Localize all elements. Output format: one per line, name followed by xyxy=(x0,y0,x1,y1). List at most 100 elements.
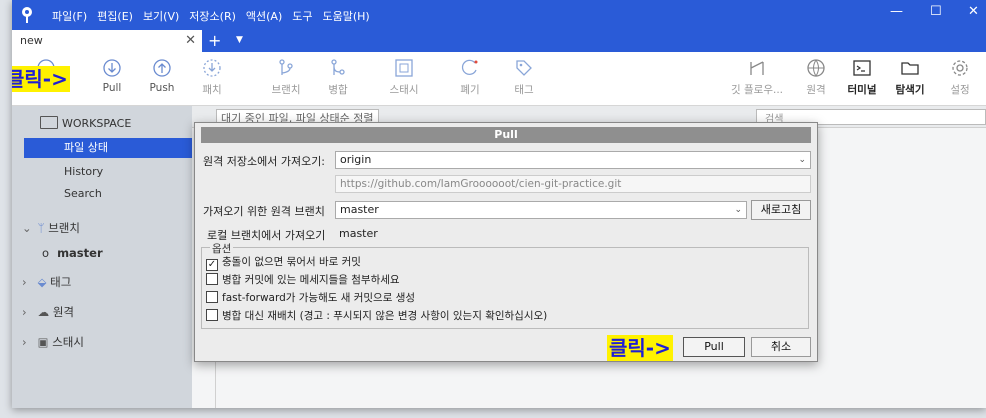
tag-icon xyxy=(516,60,532,76)
git-flow-button[interactable]: 깃 플로우... xyxy=(724,58,790,97)
stash-icon: ▣ xyxy=(37,335,49,349)
title-bar: 파일(F) 편집(E) 보기(V) 저장소(R) 액션(A) 도구 도움말(H)… xyxy=(12,0,986,30)
menu-edit[interactable]: 편집(E) xyxy=(97,8,133,24)
chevron-right-icon: › xyxy=(22,305,27,319)
merge-button[interactable]: 병합 xyxy=(310,58,366,97)
settings-button[interactable]: 설정 xyxy=(932,58,986,97)
discard-button[interactable]: 폐기 xyxy=(442,58,498,97)
checkbox[interactable] xyxy=(206,291,218,303)
chevron-down-icon: ⌄ xyxy=(22,221,32,235)
remote-select-value: origin xyxy=(340,153,372,166)
sidebar-group-remotes[interactable]: › ☁ 원격 xyxy=(22,304,74,320)
sidebar-group-stashes[interactable]: › ▣ 스태시 xyxy=(22,334,84,350)
cloud-icon: ☁ xyxy=(37,305,50,319)
menu-actions[interactable]: 액션(A) xyxy=(246,8,282,24)
stashes-label: 스태시 xyxy=(52,335,84,349)
remote-branch-value: master xyxy=(340,203,379,216)
gear-icon xyxy=(952,60,968,76)
option-label: fast-forward가 가능해도 새 커밋으로 생성 xyxy=(222,292,416,304)
branch-icon: ᛘ xyxy=(37,221,45,235)
menu-bar: 파일(F) 편집(E) 보기(V) 저장소(R) 액션(A) 도구 도움말(H) xyxy=(52,8,370,24)
option-row[interactable]: ✓ 충돌이 없으면 묶어서 바로 커밋 xyxy=(206,254,361,271)
option-row[interactable]: 병합 커밋에 있는 메세지들을 첨부하세요 xyxy=(206,272,400,288)
remote-url-field: https://github.com/IamGroooooot/cien-git… xyxy=(335,175,811,193)
cancel-button[interactable]: 취소 xyxy=(751,337,811,357)
new-tab-icon[interactable]: + xyxy=(208,31,221,50)
sidebar: WORKSPACE 파일 상태 History Search ⌄ ᛘ 브랜치 o… xyxy=(12,106,192,408)
tag-icon: ⬙ xyxy=(37,275,47,289)
explorer-label: 탐색기 xyxy=(895,84,925,96)
dialog-title: Pull xyxy=(201,127,811,143)
refresh-button[interactable]: 새로고침 xyxy=(751,200,811,220)
tab-close-icon[interactable]: ✕ xyxy=(185,33,196,48)
menu-file[interactable]: 파일(F) xyxy=(52,8,87,24)
discard-label: 폐기 xyxy=(460,84,480,96)
tab-row: new ✕ + ▼ xyxy=(12,30,986,52)
app-window: 파일(F) 편집(E) 보기(V) 저장소(R) 액션(A) 도구 도움말(H)… xyxy=(12,0,986,408)
push-button[interactable]: Push xyxy=(134,58,190,94)
chevron-down-icon: ⌄ xyxy=(734,205,742,215)
chevron-right-icon: › xyxy=(22,335,27,349)
checkbox[interactable] xyxy=(206,273,218,285)
push-icon xyxy=(153,59,171,77)
sidebar-group-tags[interactable]: › ⬙ 태그 xyxy=(22,274,71,290)
branch-button[interactable]: 브랜치 xyxy=(258,58,314,97)
current-branch-bullet-icon: o xyxy=(42,246,50,260)
remote-branch-label: 가져오기 위한 원격 브랜치 xyxy=(203,205,325,218)
tag-button[interactable]: 태그 xyxy=(496,58,552,97)
stash-label: 스태시 xyxy=(389,84,419,96)
remotes-label: 원격 xyxy=(52,305,74,319)
globe-icon xyxy=(807,59,825,77)
terminal-icon xyxy=(853,60,871,76)
discard-icon xyxy=(461,59,478,75)
fetch-button[interactable]: 패치 xyxy=(184,58,240,97)
git-flow-icon xyxy=(750,61,764,75)
toolbar-click-callout: 클릭-> xyxy=(12,66,70,92)
sidebar-item-file-status[interactable]: 파일 상태 xyxy=(24,138,192,158)
sidebar-item-history[interactable]: History xyxy=(24,162,192,182)
menu-help[interactable]: 도움말(H) xyxy=(323,8,370,24)
menu-view[interactable]: 보기(V) xyxy=(143,8,179,24)
chevron-down-icon: ⌄ xyxy=(798,155,806,165)
sidebar-group-branches[interactable]: ⌄ ᛘ 브랜치 xyxy=(22,220,80,236)
remote-select[interactable]: origin ⌄ xyxy=(335,151,811,169)
git-flow-label: 깃 플로우... xyxy=(731,84,783,96)
maximize-icon[interactable]: ☐ xyxy=(930,4,942,19)
repo-tab[interactable]: new ✕ xyxy=(12,30,202,52)
option-row[interactable]: 병합 대신 재배치 (경고 : 푸시되지 않은 변경 사항이 있는지 확인하십시… xyxy=(206,308,547,324)
tab-dropdown-icon[interactable]: ▼ xyxy=(236,35,243,45)
menu-repository[interactable]: 저장소(R) xyxy=(189,8,236,24)
sidebar-item-search[interactable]: Search xyxy=(24,184,192,204)
option-label: 병합 커밋에 있는 메세지들을 첨부하세요 xyxy=(222,274,400,286)
toolbar: Pull Push 패치 브랜치 병합 스태시 폐기 태그 깃 플로우... 원… xyxy=(12,52,986,106)
option-row[interactable]: fast-forward가 가능해도 새 커밋으로 생성 xyxy=(206,290,415,306)
merge-label: 병합 xyxy=(328,84,348,96)
options-group: 옵션 ✓ 충돌이 없으면 묶어서 바로 커밋 병합 커밋에 있는 메세지들을 첨부… xyxy=(201,241,809,329)
option-label: 충돌이 없으면 묶어서 바로 커밋 xyxy=(222,256,361,268)
stash-button[interactable]: 스태시 xyxy=(376,58,432,97)
remote-branch-select[interactable]: master ⌄ xyxy=(335,201,747,219)
pull-button[interactable]: Pull xyxy=(84,58,140,94)
workspace-label: WORKSPACE xyxy=(62,117,132,130)
local-branch-value: master xyxy=(339,227,378,240)
branch-label: 브랜치 xyxy=(271,84,301,96)
close-window-icon[interactable]: ✕ xyxy=(968,4,979,19)
settings-label: 설정 xyxy=(950,84,970,96)
pull-confirm-button[interactable]: Pull xyxy=(683,337,745,357)
branches-label: 브랜치 xyxy=(48,221,80,235)
menu-tools[interactable]: 도구 xyxy=(292,8,312,24)
folder-icon xyxy=(901,62,919,75)
checkbox[interactable] xyxy=(206,309,218,321)
explorer-button[interactable]: 탐색기 xyxy=(882,58,938,97)
terminal-label: 터미널 xyxy=(847,84,877,96)
fetch-label: 패치 xyxy=(202,84,222,96)
workspace-header: WORKSPACE xyxy=(40,116,131,130)
remote-label: 원격 xyxy=(806,84,826,96)
checkbox-checked[interactable]: ✓ xyxy=(206,259,218,271)
tag-label: 태그 xyxy=(514,84,534,96)
pull-label: Pull xyxy=(102,82,122,94)
pull-click-callout: 클릭-> xyxy=(607,335,673,361)
minimize-icon[interactable]: — xyxy=(890,4,903,19)
branch-name: master xyxy=(57,246,103,260)
branch-item-master[interactable]: o master xyxy=(42,246,103,260)
